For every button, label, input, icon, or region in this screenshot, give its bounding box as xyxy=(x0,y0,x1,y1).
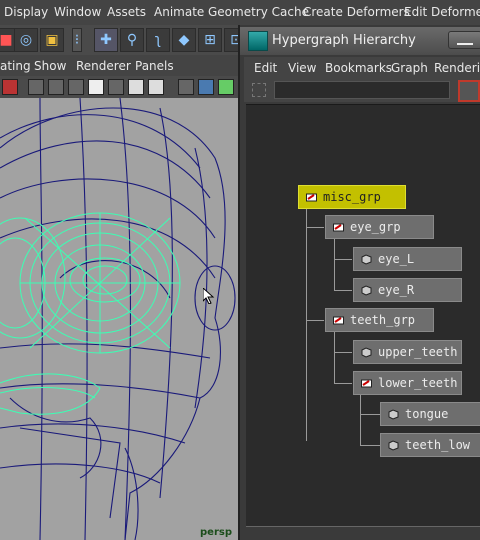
hypergraph-menubar: Edit View Bookmarks Graph Rendering xyxy=(244,57,480,79)
camera-icon[interactable] xyxy=(2,79,18,95)
node-label: tongue xyxy=(405,407,449,421)
text-icon[interactable] xyxy=(148,79,164,95)
hg-menu-edit[interactable]: Edit xyxy=(254,61,277,75)
isolate-icon[interactable] xyxy=(178,79,194,95)
connector-line xyxy=(306,320,324,321)
panel-menu-shading[interactable]: ating xyxy=(0,59,31,73)
menu-display[interactable]: Display xyxy=(4,5,48,19)
cube-icon[interactable] xyxy=(198,79,214,95)
transform-node-icon xyxy=(333,223,344,232)
menu-assets[interactable]: Assets xyxy=(107,5,146,19)
connector-line xyxy=(360,414,380,415)
connector-line xyxy=(306,227,324,228)
connector-line xyxy=(334,352,352,353)
mesh-node-icon xyxy=(361,254,372,265)
node-misc-grp[interactable]: misc_grp xyxy=(298,185,406,209)
menu-animate[interactable]: Animate xyxy=(154,5,204,19)
hg-menu-view[interactable]: View xyxy=(288,61,316,75)
xray-icon[interactable] xyxy=(128,79,144,95)
hg-menu-graph[interactable]: Graph xyxy=(391,61,428,75)
panel-menubar: ating Show Renderer Panels xyxy=(0,56,240,76)
node-label: misc_grp xyxy=(323,190,381,204)
shelf: ■ ◎ ▣ ⁝ ✚ ⚲ ʅ ◆ ⊞ ⊡ xyxy=(0,25,250,55)
frame-selection-icon[interactable] xyxy=(252,83,266,97)
transform-node-icon xyxy=(306,193,317,202)
node-eye-r[interactable]: eye_R xyxy=(353,278,462,302)
viewport[interactable]: persp xyxy=(0,98,240,540)
panel-menu-renderer[interactable]: Renderer xyxy=(76,59,131,73)
minimize-button[interactable] xyxy=(448,31,480,49)
node-label: eye_grp xyxy=(350,220,401,234)
mesh-node-icon xyxy=(388,409,399,420)
joint-tool-icon[interactable]: ⚲ xyxy=(120,28,144,52)
node-eye-grp[interactable]: eye_grp xyxy=(325,215,434,239)
hypergraph-titlebar[interactable]: Hypergraph Hierarchy xyxy=(240,27,480,55)
move-tool-icon[interactable]: ✚ xyxy=(94,28,118,52)
resolution-gate-icon[interactable] xyxy=(218,79,234,95)
node-label: eye_L xyxy=(378,252,415,266)
node-lower-teeth[interactable]: lower_teeth xyxy=(353,371,462,395)
node-label: eye_R xyxy=(378,283,415,297)
node-tongue[interactable]: tongue xyxy=(380,402,480,426)
hg-menu-bookmarks[interactable]: Bookmarks xyxy=(325,61,392,75)
camera-label: persp xyxy=(200,527,232,538)
texture-icon[interactable] xyxy=(108,79,124,95)
hypergraph-canvas[interactable]: misc_grp eye_grp eye_L eye_R teeth_grp u… xyxy=(246,104,480,527)
cluster-icon[interactable]: ⊞ xyxy=(198,28,222,52)
lasso-icon[interactable]: ◎ xyxy=(14,28,38,52)
wireframe-head-model xyxy=(0,98,236,540)
panel-menu-panels[interactable]: Panels xyxy=(135,59,174,73)
hypergraph-filter-field[interactable] xyxy=(274,81,450,99)
node-label: teeth_grp xyxy=(350,313,416,327)
mesh-node-icon xyxy=(388,440,399,451)
ik-handle-icon[interactable]: ʅ xyxy=(146,28,170,52)
node-teeth-grp[interactable]: teeth_grp xyxy=(325,308,434,332)
mesh-node-icon xyxy=(361,285,372,296)
transform-node-icon xyxy=(333,316,344,325)
panel-toolbar xyxy=(0,76,240,99)
connector-line xyxy=(334,239,335,291)
wireframe-icon[interactable] xyxy=(28,79,44,95)
menu-edit-deformers[interactable]: Edit Deformers xyxy=(404,5,480,19)
menu-geometry-cache[interactable]: Geometry Cache xyxy=(208,5,309,19)
node-eye-l[interactable]: eye_L xyxy=(353,247,462,271)
menu-window[interactable]: Window xyxy=(54,5,101,19)
connector-line xyxy=(334,383,352,384)
panel-menu-show[interactable]: Show xyxy=(34,59,66,73)
node-teeth-low[interactable]: teeth_low xyxy=(380,433,480,457)
connector-line xyxy=(334,332,335,384)
connector-line xyxy=(334,259,352,260)
grid-icon[interactable] xyxy=(48,79,64,95)
scene-hierarchy-button[interactable] xyxy=(458,80,480,102)
maya-logo-icon xyxy=(248,31,268,51)
shelf-divider-icon: ⁝ xyxy=(72,28,82,52)
lattice-icon[interactable]: ◆ xyxy=(172,28,196,52)
hg-menu-rendering[interactable]: Rendering xyxy=(434,61,480,75)
mouse-cursor-icon xyxy=(202,286,215,305)
main-menubar: Display Window Assets Animate Geometry C… xyxy=(0,0,480,26)
mesh-node-icon xyxy=(361,347,372,358)
window-title: Hypergraph Hierarchy xyxy=(272,33,416,48)
connector-line xyxy=(334,290,352,291)
hypergraph-toolbar xyxy=(244,79,480,102)
node-label: teeth_low xyxy=(405,438,471,452)
connector-line xyxy=(306,209,307,441)
transform-node-icon xyxy=(361,379,372,388)
node-label: upper_teeth xyxy=(378,345,458,359)
connector-line xyxy=(360,395,361,445)
paint-select-icon[interactable]: ▣ xyxy=(40,28,64,52)
node-label: lower_teeth xyxy=(378,376,458,390)
smooth-shade-icon[interactable] xyxy=(68,79,84,95)
menu-create-deformers[interactable]: Create Deformers xyxy=(303,5,410,19)
node-upper-teeth[interactable]: upper_teeth xyxy=(353,340,462,364)
connector-line xyxy=(360,445,380,446)
light-icon[interactable] xyxy=(88,79,104,95)
